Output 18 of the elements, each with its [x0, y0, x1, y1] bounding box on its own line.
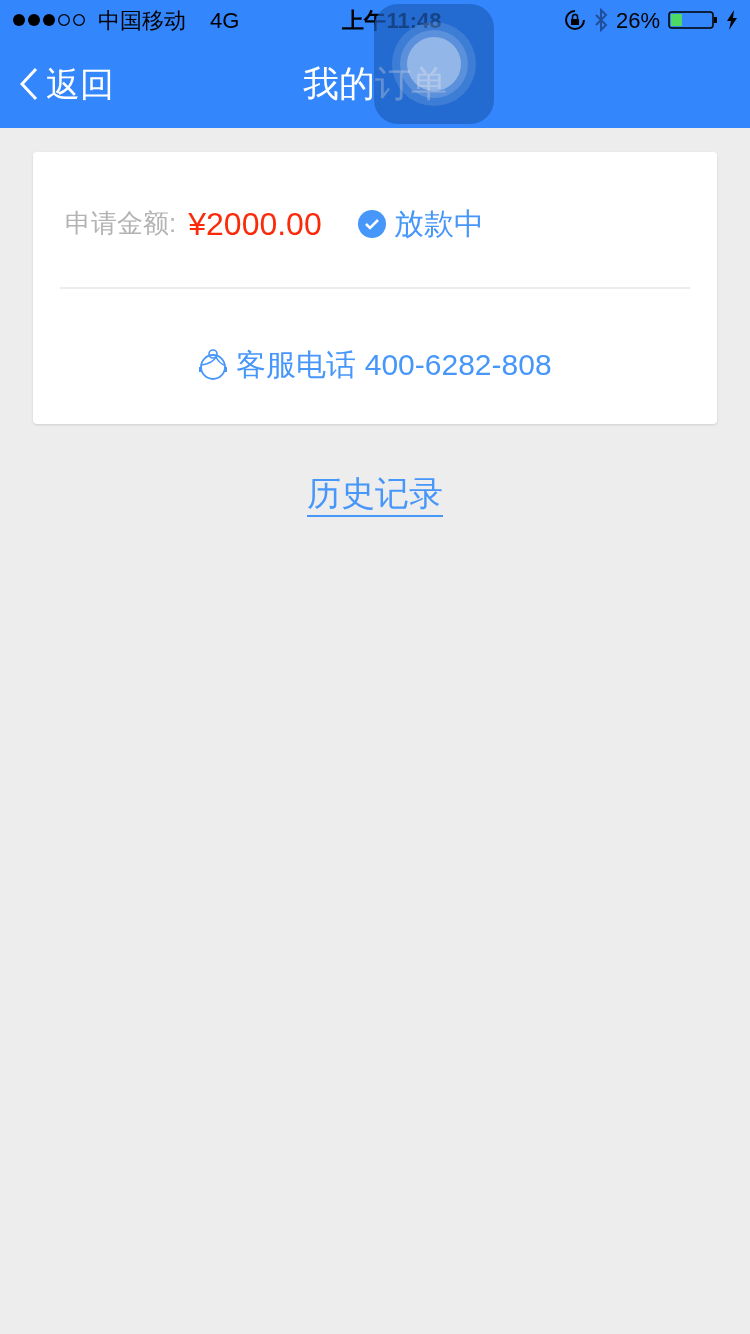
battery-percent: 26% [615, 6, 660, 35]
chevron-left-icon [20, 67, 38, 101]
agent-icon [198, 348, 229, 381]
battery-icon [668, 10, 718, 30]
signal-icon [12, 13, 86, 27]
status-time: 上午11:48 [341, 6, 443, 35]
back-button[interactable]: 返回 [20, 58, 114, 110]
amount-label: 申请金额: [65, 207, 177, 240]
history-link[interactable]: 历史记录 [307, 472, 443, 517]
amount-value: ¥2000.00 [188, 204, 322, 244]
check-circle-icon [357, 209, 386, 238]
charging-icon [726, 10, 738, 30]
bluetooth-icon [593, 8, 608, 32]
rotation-lock-icon [563, 9, 586, 31]
network-type: 4G [210, 6, 240, 35]
order-status: 放款中 [393, 206, 484, 242]
carrier-name: 中国移动 [98, 6, 186, 35]
hotline-text: 客服电话 400-6282-808 [236, 347, 552, 383]
